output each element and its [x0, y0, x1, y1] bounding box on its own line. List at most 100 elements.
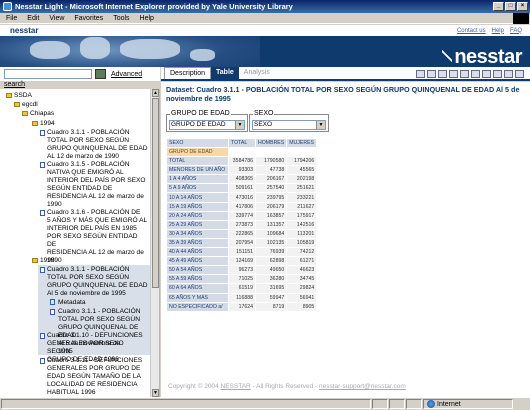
table-row: 40 A 44 AÑOS 151151 76939 74212: [166, 247, 318, 258]
table-cell: 239795: [254, 192, 288, 203]
study-tree-pane: SSDA egcdl Chiapas 1994 Cuadro 3.1.1 - P…: [0, 89, 160, 397]
table-cell: 109684: [254, 228, 288, 239]
table-cell: 151151: [228, 247, 256, 258]
row-label[interactable]: NO ESPECIFICADO a/: [166, 301, 229, 312]
row-label[interactable]: 1 A 4 AÑOS: [166, 174, 229, 185]
column-header-mujeres[interactable]: MUJERES: [286, 138, 318, 148]
row-label[interactable]: 60 A 64 AÑOS: [166, 283, 229, 294]
tree-item-cuadro-3111[interactable]: Cuadro 3.1.11 - DEFUNCIONES GENERALES PO…: [40, 357, 148, 397]
menu-edit[interactable]: Edit: [27, 15, 39, 22]
table-cell: 49650: [254, 265, 288, 276]
status-message: [1, 399, 371, 409]
tree-item-cuadro-316[interactable]: Cuadro 3.1.6 - POBLACIÓN DE 5 AÑOS Y MÁS…: [40, 209, 148, 265]
tree-scrollbar[interactable]: ▲ ▼: [150, 89, 159, 397]
row-label[interactable]: MENORES DE UN AÑO: [166, 165, 229, 176]
line-chart-icon[interactable]: [438, 70, 447, 78]
table-row: 25 A 29 AÑOS 273873 131357 142516: [166, 219, 318, 230]
view-tabs: Description Table Analysis: [161, 67, 530, 81]
row-label[interactable]: 15 A 19 AÑOS: [166, 201, 229, 212]
download-icon[interactable]: [504, 70, 513, 78]
tree-scrollbar-thumb[interactable]: [152, 98, 159, 288]
row-label[interactable]: 35 A 39 AÑOS: [166, 237, 229, 249]
tree-item-cuadro-315[interactable]: Cuadro 3.1.5 - POBLACIÓN NATIVA QUE EMIG…: [40, 161, 148, 209]
tab-analysis[interactable]: Analysis: [239, 67, 275, 79]
row-label[interactable]: 45 A 49 AÑOS: [166, 256, 229, 267]
header-top-strip: nesstar Contact us Help FAQ: [0, 25, 530, 36]
table-row: 65 AÑOS Y MÁS 116888 59947 56941: [166, 292, 318, 303]
support-email-link[interactable]: nesstar-support@nesstar.com: [319, 383, 406, 390]
contact-us-link[interactable]: Contact us: [457, 28, 486, 34]
scroll-down-arrow-icon[interactable]: ▼: [152, 389, 159, 397]
menu-help[interactable]: Help: [140, 15, 154, 22]
row-label[interactable]: 30 A 34 AÑOS: [166, 228, 229, 239]
row-label[interactable]: 55 A 59 AÑOS: [166, 274, 229, 285]
tree-item-metadata[interactable]: Metadata: [50, 299, 86, 307]
menu-favorites[interactable]: Favorites: [74, 15, 103, 22]
menu-tools[interactable]: Tools: [113, 15, 129, 22]
row-label[interactable]: 50 A 54 AÑOS: [166, 265, 229, 276]
row-label[interactable]: 25 A 29 AÑOS: [166, 219, 229, 230]
nesstar-small-logo: nesstar: [10, 26, 39, 35]
weight-icon[interactable]: [471, 70, 480, 78]
map-icon[interactable]: [460, 70, 469, 78]
filter-icon[interactable]: [482, 70, 491, 78]
nesstar-footer-link[interactable]: NESSTAR: [221, 383, 251, 390]
table-cell: 34745: [286, 274, 318, 285]
sex-select[interactable]: SEXO ▼: [252, 120, 326, 130]
row-label[interactable]: 5 A 9 AÑOS: [166, 183, 229, 194]
folder-icon: [6, 92, 12, 98]
row-label[interactable]: 20 A 24 AÑOS: [166, 210, 229, 221]
menu-file[interactable]: File: [6, 15, 17, 22]
tree-node-1998[interactable]: 1998: [32, 257, 55, 265]
table-cell: 76939: [254, 247, 288, 258]
faq-link[interactable]: FAQ: [510, 28, 522, 34]
tree-node-ssda[interactable]: SSDA: [6, 92, 32, 100]
tree-item-cuadro-311-1990[interactable]: Cuadro 3.1.1 - POBLACIÓN TOTAL POR SEXO …: [40, 129, 148, 161]
bar-chart-icon[interactable]: [427, 70, 436, 78]
column-header-hombres[interactable]: HOMBRES: [254, 138, 288, 148]
row-label[interactable]: 65 AÑOS Y MÁS: [166, 292, 229, 303]
row-label[interactable]: TOTAL: [166, 156, 229, 167]
table-cell: 47738: [254, 165, 288, 176]
table-row: 55 A 59 AÑOS 71025 36280 34745: [166, 274, 318, 285]
advanced-search-link[interactable]: Advanced: [111, 71, 142, 78]
table-view-icon[interactable]: [416, 70, 425, 78]
maximize-button[interactable]: □: [505, 2, 516, 11]
search-link[interactable]: search: [4, 81, 25, 88]
menu-bar: File Edit View Favorites Tools Help: [0, 13, 530, 24]
close-button[interactable]: ×: [517, 2, 528, 11]
tree-node-chiapas[interactable]: Chiapas: [22, 110, 54, 118]
help-link[interactable]: Help: [492, 28, 504, 34]
group-age-select[interactable]: GRUPO DE EDAD ▼: [169, 120, 245, 130]
tab-description[interactable]: Description: [164, 67, 212, 79]
table-cell: 257540: [254, 183, 288, 194]
tree-item-cuadro-311-1995[interactable]: Cuadro 3.1.1 - POBLACIÓN TOTAL POR SEXO …: [40, 266, 148, 298]
table-cell: 17624: [228, 301, 256, 312]
folder-icon: [32, 120, 38, 126]
search-go-button[interactable]: [95, 69, 106, 79]
menu-view[interactable]: View: [49, 15, 64, 22]
table-row: 50 A 54 AÑOS 96273 49650 46623: [166, 265, 318, 276]
table-cell: 222865: [228, 228, 256, 239]
table-cell: 206179: [254, 201, 288, 212]
status-bar: Internet: [0, 397, 530, 410]
tab-table[interactable]: Table: [211, 67, 239, 79]
column-header-total[interactable]: TOTAL: [228, 138, 256, 148]
row-label[interactable]: 10 A 14 AÑOS: [166, 192, 229, 203]
tree-node-1994[interactable]: 1994: [32, 120, 55, 128]
column-header-sexo[interactable]: SEXO: [166, 138, 229, 148]
bookmark-icon[interactable]: [515, 70, 524, 78]
tree-node-egcdl[interactable]: egcdl: [14, 101, 38, 109]
group-dimension-label[interactable]: GRUPO DE EDAD: [166, 146, 229, 158]
print-icon[interactable]: [493, 70, 502, 78]
minimize-button[interactable]: _: [493, 2, 504, 11]
search-input[interactable]: [4, 69, 92, 79]
scroll-up-arrow-icon[interactable]: ▲: [152, 89, 159, 97]
globe-icon: [427, 400, 435, 408]
row-label[interactable]: 40 A 44 AÑOS: [166, 247, 229, 258]
dataset-title: Dataset: Cuadro 3.1.1 - POBLACIÓN TOTAL …: [166, 85, 520, 103]
document-icon: [40, 210, 45, 216]
table-row: 10 A 14 AÑOS 473016 239795 233221: [166, 192, 318, 203]
pie-chart-icon[interactable]: [449, 70, 458, 78]
table-cell: 96273: [228, 265, 256, 276]
